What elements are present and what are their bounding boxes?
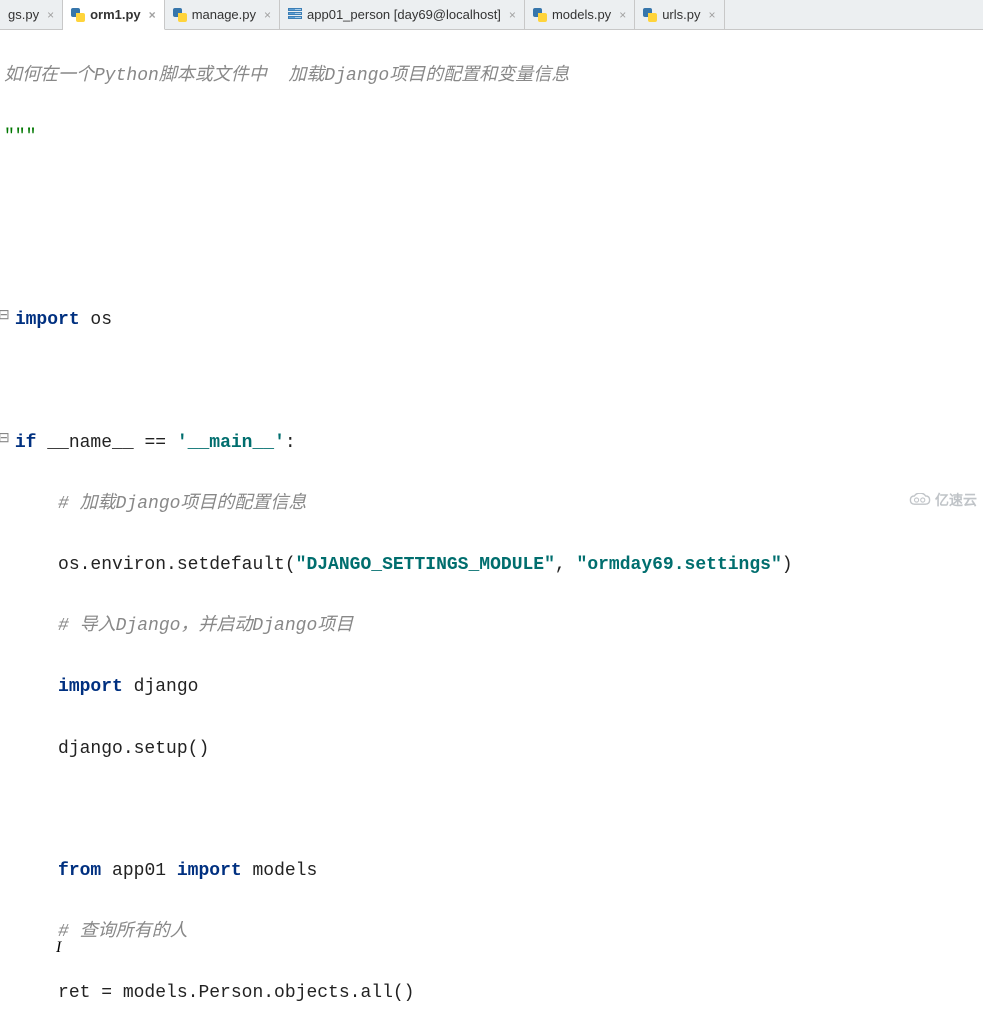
string-literal: "DJANGO_SETTINGS_MODULE" [296, 555, 555, 575]
tab-manage-py[interactable]: manage.py × [165, 0, 280, 29]
tab-gs-py[interactable]: gs.py × [0, 0, 63, 29]
python-file-icon [533, 8, 547, 22]
code-text: app01 [101, 861, 177, 881]
string-literal: '__main__' [177, 433, 285, 453]
close-icon[interactable]: × [709, 8, 716, 22]
python-file-icon [643, 8, 657, 22]
watermark-text: 亿速云 [935, 490, 977, 510]
database-table-icon [288, 8, 302, 22]
comment-text: # 查询所有的人 [58, 922, 188, 942]
keyword-from: from [58, 861, 101, 881]
paren-close: ) [782, 555, 793, 575]
tab-urls-py[interactable]: urls.py × [635, 0, 724, 29]
fold-indicator-icon[interactable]: ⊟ [0, 428, 10, 452]
comment-text: # 导入Django，并启动Django项目 [58, 616, 353, 636]
code-editor[interactable]: 如何在一个Python脚本或文件中 加载Django项目的配置和变量信息 """… [0, 30, 983, 1032]
tab-orm1-py[interactable]: orm1.py × [63, 0, 165, 30]
close-icon[interactable]: × [149, 8, 156, 22]
code-text: os [80, 310, 112, 330]
comment-text: # 加载Django项目的配置信息 [58, 494, 306, 514]
comma: , [555, 555, 577, 575]
colon: : [285, 433, 296, 453]
cloud-logo-icon [909, 493, 931, 507]
code-text: django [123, 677, 199, 697]
tab-models-py[interactable]: models.py × [525, 0, 635, 29]
close-icon[interactable]: × [509, 8, 516, 22]
watermark: 亿速云 [909, 490, 977, 510]
code-text: ret = models.Person.objects.all() [58, 983, 414, 1003]
tab-app01-person-db[interactable]: app01_person [day69@localhost] × [280, 0, 525, 29]
close-icon[interactable]: × [47, 8, 54, 22]
keyword-import: import [177, 861, 242, 881]
code-text: django.setup() [58, 739, 209, 759]
code-text: models [242, 861, 318, 881]
keyword-if: if [15, 433, 37, 453]
close-icon[interactable]: × [619, 8, 626, 22]
tab-label: models.py [552, 7, 611, 22]
fold-indicator-icon[interactable]: ⊟ [0, 305, 10, 329]
keyword-import: import [58, 677, 123, 697]
tab-label: app01_person [day69@localhost] [307, 7, 501, 22]
tab-label: urls.py [662, 7, 700, 22]
tab-label: gs.py [8, 7, 39, 22]
string-literal: "ormday69.settings" [577, 555, 782, 575]
close-icon[interactable]: × [264, 8, 271, 22]
editor-tab-bar: gs.py × orm1.py × manage.py × app01_pers… [0, 0, 983, 30]
docstring-text: 如何在一个Python脚本或文件中 加载Django项目的配置和变量信息 [4, 66, 569, 86]
tab-label: manage.py [192, 7, 256, 22]
keyword-import: import [15, 310, 80, 330]
python-file-icon [71, 8, 85, 22]
tab-label: orm1.py [90, 7, 141, 22]
python-file-icon [173, 8, 187, 22]
docstring-end: """ [4, 127, 36, 147]
code-text: os.environ.setdefault( [58, 555, 296, 575]
code-text: __name__ == [36, 433, 176, 453]
